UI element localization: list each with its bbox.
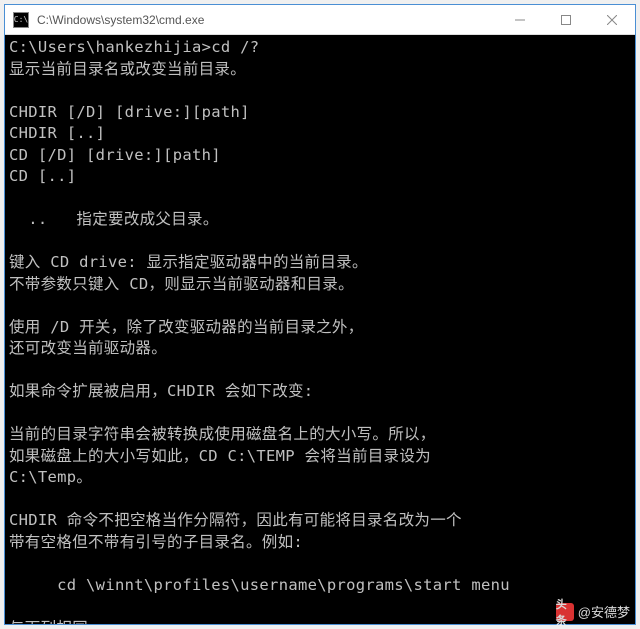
watermark-icon: 头条 xyxy=(556,603,574,621)
watermark: 头条 @安德梦 xyxy=(556,602,630,621)
window-title: C:\Windows\system32\cmd.exe xyxy=(37,13,497,27)
terminal-output[interactable]: C:\Users\hankezhijia>cd /? 显示当前目录名或改变当前目… xyxy=(5,35,635,624)
titlebar[interactable]: C:\ C:\Windows\system32\cmd.exe xyxy=(5,5,635,35)
minimize-button[interactable] xyxy=(497,5,543,34)
window-controls xyxy=(497,5,635,34)
minimize-icon xyxy=(515,15,525,25)
watermark-author: @安德梦 xyxy=(578,602,630,621)
maximize-icon xyxy=(561,15,571,25)
maximize-button[interactable] xyxy=(543,5,589,34)
close-button[interactable] xyxy=(589,5,635,34)
close-icon xyxy=(607,15,617,25)
cmd-window: C:\ C:\Windows\system32\cmd.exe C:\Users… xyxy=(4,4,636,625)
cmd-icon: C:\ xyxy=(13,12,29,28)
